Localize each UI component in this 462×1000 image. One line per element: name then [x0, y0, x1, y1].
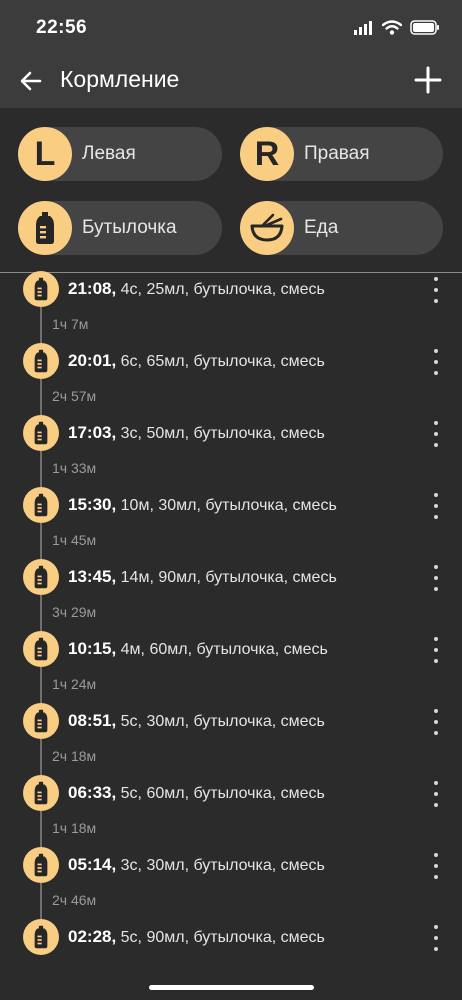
- feeding-row[interactable]: 02:28, 5с, 90мл, бутылочка, смесь: [0, 919, 462, 959]
- bottle-icon: [18, 201, 72, 255]
- more-options-icon[interactable]: [428, 349, 444, 375]
- bottle-icon: [23, 487, 59, 523]
- nav-bar: Кормление: [0, 56, 462, 108]
- status-time: 22:56: [36, 17, 88, 38]
- bottle-icon: [23, 343, 59, 379]
- feeding-row[interactable]: 13:45, 14м, 90мл, бутылочка, смесь: [0, 559, 462, 599]
- feeding-time: 21:08,: [68, 279, 117, 298]
- more-options-icon[interactable]: [428, 637, 444, 663]
- feeding-timeline: 21:08, 4с, 25мл, бутылочка, смесь 1ч 7м 20…: [0, 271, 462, 1000]
- feeding-summary: 15:30, 10м, 30мл, бутылочка, смесь: [68, 495, 337, 515]
- interval-label: 1ч 33м: [52, 460, 97, 476]
- bottle-icon: [23, 559, 59, 595]
- feeding-time: 17:03,: [68, 423, 117, 442]
- bottle-icon: [23, 703, 59, 739]
- feeding-details: 6с, 65мл, бутылочка, смесь: [120, 353, 325, 370]
- feeding-time: 05:14,: [68, 855, 117, 874]
- feeding-summary: 10:15, 4м, 60мл, бутылочка, смесь: [68, 639, 328, 659]
- feeding-row[interactable]: 05:14, 3с, 30мл, бутылочка, смесь: [0, 847, 462, 887]
- letter-r-icon: R: [240, 127, 294, 181]
- top-bar: 22:56 Кормление: [0, 0, 462, 108]
- feeding-time: 13:45,: [68, 567, 117, 586]
- feeding-row[interactable]: 10:15, 4м, 60мл, бутылочка, смесь: [0, 631, 462, 671]
- right-breast-button[interactable]: R Правая: [240, 127, 443, 181]
- status-icons: [354, 20, 440, 35]
- interval-label: 3ч 29м: [52, 604, 97, 620]
- interval-label: 2ч 46м: [52, 892, 97, 908]
- feeding-row[interactable]: 08:51, 5с, 30мл, бутылочка, смесь: [0, 703, 462, 743]
- feeding-details: 5с, 60мл, бутылочка, смесь: [120, 785, 325, 802]
- bottle-icon: [23, 775, 59, 811]
- feeding-row[interactable]: 20:01, 6с, 65мл, бутылочка, смесь: [0, 343, 462, 383]
- feeding-details: 4с, 25мл, бутылочка, смесь: [120, 281, 325, 298]
- feeding-time: 20:01,: [68, 351, 117, 370]
- feeding-summary: 05:14, 3с, 30мл, бутылочка, смесь: [68, 855, 325, 875]
- feeding-row[interactable]: 17:03, 3с, 50мл, бутылочка, смесь: [0, 415, 462, 455]
- bottle-icon: [23, 847, 59, 883]
- left-breast-button[interactable]: L Левая: [18, 127, 222, 181]
- more-options-icon[interactable]: [428, 781, 444, 807]
- feeding-time: 10:15,: [68, 639, 117, 658]
- bottle-label: Бутылочка: [82, 217, 177, 238]
- feeding-details: 14м, 90мл, бутылочка, смесь: [120, 569, 337, 586]
- battery-icon: [410, 20, 439, 35]
- feeding-summary: 08:51, 5с, 30мл, бутылочка, смесь: [68, 711, 325, 731]
- interval-label: 1ч 7м: [52, 316, 89, 332]
- bowl-icon: [240, 201, 294, 255]
- status-bar: 22:56: [0, 0, 462, 56]
- home-indicator[interactable]: [149, 985, 314, 990]
- feeding-summary: 13:45, 14м, 90мл, бутылочка, смесь: [68, 567, 337, 587]
- feeding-row[interactable]: 06:33, 5с, 60мл, бутылочка, смесь: [0, 775, 462, 815]
- interval-label: 2ч 18м: [52, 748, 97, 764]
- more-options-icon[interactable]: [428, 421, 444, 447]
- food-label: Еда: [304, 217, 339, 238]
- feeding-row[interactable]: 21:08, 4с, 25мл, бутылочка, смесь: [0, 271, 462, 311]
- more-options-icon[interactable]: [428, 709, 444, 735]
- bottle-button[interactable]: Бутылочка: [18, 201, 222, 255]
- more-options-icon[interactable]: [428, 853, 444, 879]
- feeding-details: 5с, 90мл, бутылочка, смесь: [120, 929, 325, 946]
- letter-l-icon: L: [18, 127, 72, 181]
- interval-label: 2ч 57м: [52, 388, 97, 404]
- back-arrow-icon[interactable]: [16, 66, 46, 96]
- feeding-time: 06:33,: [68, 783, 117, 802]
- interval-label: 1ч 24м: [52, 676, 97, 692]
- feeding-time: 15:30,: [68, 495, 117, 514]
- bottle-icon: [23, 919, 59, 955]
- quick-actions: L Левая R Правая Бутылочка Еда: [0, 108, 462, 272]
- bottle-icon: [23, 271, 59, 307]
- wifi-icon: [382, 20, 402, 35]
- bottle-icon: [23, 631, 59, 667]
- food-button[interactable]: Еда: [240, 201, 443, 255]
- more-options-icon[interactable]: [428, 565, 444, 591]
- feeding-summary: 21:08, 4с, 25мл, бутылочка, смесь: [68, 279, 325, 299]
- feeding-summary: 20:01, 6с, 65мл, бутылочка, смесь: [68, 351, 325, 371]
- feeding-summary: 02:28, 5с, 90мл, бутылочка, смесь: [68, 927, 325, 947]
- more-options-icon[interactable]: [428, 925, 444, 951]
- feeding-details: 3с, 50мл, бутылочка, смесь: [120, 425, 325, 442]
- feeding-row[interactable]: 15:30, 10м, 30мл, бутылочка, смесь: [0, 487, 462, 527]
- feeding-details: 10м, 30мл, бутылочка, смесь: [120, 497, 337, 514]
- page-title: Кормление: [60, 66, 180, 92]
- feeding-summary: 06:33, 5с, 60мл, бутылочка, смесь: [68, 783, 325, 803]
- feeding-details: 5с, 30мл, бутылочка, смесь: [120, 713, 325, 730]
- left-breast-label: Левая: [82, 143, 136, 164]
- feeding-time: 02:28,: [68, 927, 117, 946]
- feeding-details: 4м, 60мл, бутылочка, смесь: [120, 641, 328, 658]
- more-options-icon[interactable]: [428, 493, 444, 519]
- bottle-icon: [23, 415, 59, 451]
- feeding-details: 3с, 30мл, бутылочка, смесь: [120, 857, 325, 874]
- interval-label: 1ч 45м: [52, 532, 97, 548]
- add-icon[interactable]: [412, 64, 444, 96]
- right-breast-label: Правая: [304, 143, 370, 164]
- feeding-time: 08:51,: [68, 711, 117, 730]
- more-options-icon[interactable]: [428, 277, 444, 303]
- feeding-summary: 17:03, 3с, 50мл, бутылочка, смесь: [68, 423, 325, 443]
- interval-label: 1ч 18м: [52, 820, 97, 836]
- signal-icon: [354, 20, 372, 35]
